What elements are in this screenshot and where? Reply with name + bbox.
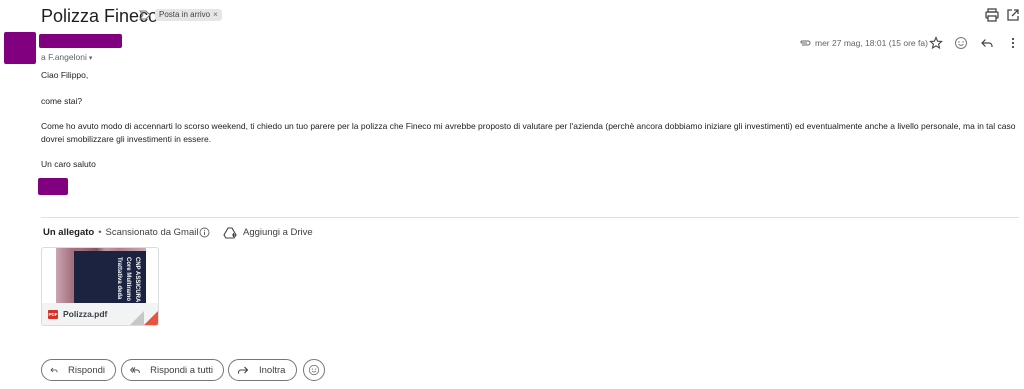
body-paragraph-line-2: dovrei smobilizzare gli investimenti in …	[41, 134, 212, 144]
paperclip-icon	[800, 40, 811, 46]
reply-icon[interactable]	[980, 36, 994, 50]
attachments-header: Un allegato • Scansionato da Gmail	[43, 227, 198, 238]
reply-all-button[interactable]: Rispondi a tutti	[121, 359, 224, 381]
email-date: mer 27 mag, 18:01 (15 ore fa)	[815, 38, 928, 48]
remove-label-button[interactable]: ×	[213, 10, 218, 19]
reply-button[interactable]: Rispondi	[41, 359, 116, 381]
header-separator: •	[98, 227, 102, 238]
thumbnail-text-1: CNP ASSICURA	[134, 257, 140, 303]
recipient-text: a F.angeloni	[41, 52, 87, 62]
importance-marker-icon[interactable]	[139, 9, 151, 21]
emoji-reaction-icon[interactable]	[954, 36, 968, 50]
open-in-new-window-icon[interactable]	[1005, 7, 1021, 23]
inbox-label-chip[interactable]: Posta in arrivo ×	[155, 9, 222, 21]
attachment-thumbnail: CNP ASSICURA Core Multiramo Trattativa d…	[56, 248, 146, 303]
attachment-filename: Polizza.pdf	[63, 309, 108, 319]
body-greeting: Ciao Filippo,	[41, 70, 89, 80]
reply-all-icon	[130, 367, 140, 373]
thumbnail-document-cover: CNP ASSICURA Core Multiramo Trattativa d…	[74, 251, 146, 303]
forward-button[interactable]: Inoltra	[228, 359, 297, 381]
reply-label: Rispondi	[68, 364, 105, 376]
pdf-file-icon: PDF	[48, 310, 58, 319]
fold-shadow	[130, 311, 144, 325]
print-icon[interactable]	[984, 7, 1000, 23]
attachment-card[interactable]: CNP ASSICURA Core Multiramo Trattativa d…	[41, 247, 159, 326]
inbox-label-text: Posta in arrivo	[159, 10, 211, 19]
body-paragraph-line-1: Come ho avuto modo di accennarti lo scor…	[41, 121, 1016, 131]
chevron-down-icon[interactable]: ▾	[89, 55, 93, 62]
sender-avatar[interactable]	[4, 32, 36, 64]
star-icon[interactable]	[929, 36, 943, 50]
add-to-drive-link[interactable]: Aggiungi a Drive	[243, 227, 313, 238]
scan-note: Scansionato da Gmail	[105, 227, 199, 238]
reply-icon	[50, 367, 58, 373]
info-icon[interactable]	[199, 227, 210, 238]
forward-label: Inoltra	[259, 364, 286, 376]
forward-icon	[237, 366, 249, 374]
body-closing: Un caro saluto	[41, 159, 96, 169]
add-to-drive-icon[interactable]	[223, 226, 237, 240]
body-question: come stai?	[41, 96, 83, 106]
emoji-reaction-button[interactable]	[303, 359, 325, 381]
signature-redacted	[38, 178, 68, 195]
thumbnail-text-3: Trattativa deda	[116, 257, 122, 300]
reply-all-label: Rispondi a tutti	[150, 364, 213, 376]
pdf-corner-fold	[144, 311, 158, 325]
more-vertical-icon[interactable]	[1006, 36, 1020, 50]
attachments-divider	[41, 217, 1019, 218]
recipient-details[interactable]: a F.angeloni ▾	[41, 52, 92, 62]
thumbnail-text-2: Core Multiramo	[125, 257, 131, 302]
emoji-icon	[308, 364, 320, 376]
sender-name-redacted[interactable]	[39, 34, 122, 48]
attachments-count: Un allegato	[43, 227, 95, 238]
